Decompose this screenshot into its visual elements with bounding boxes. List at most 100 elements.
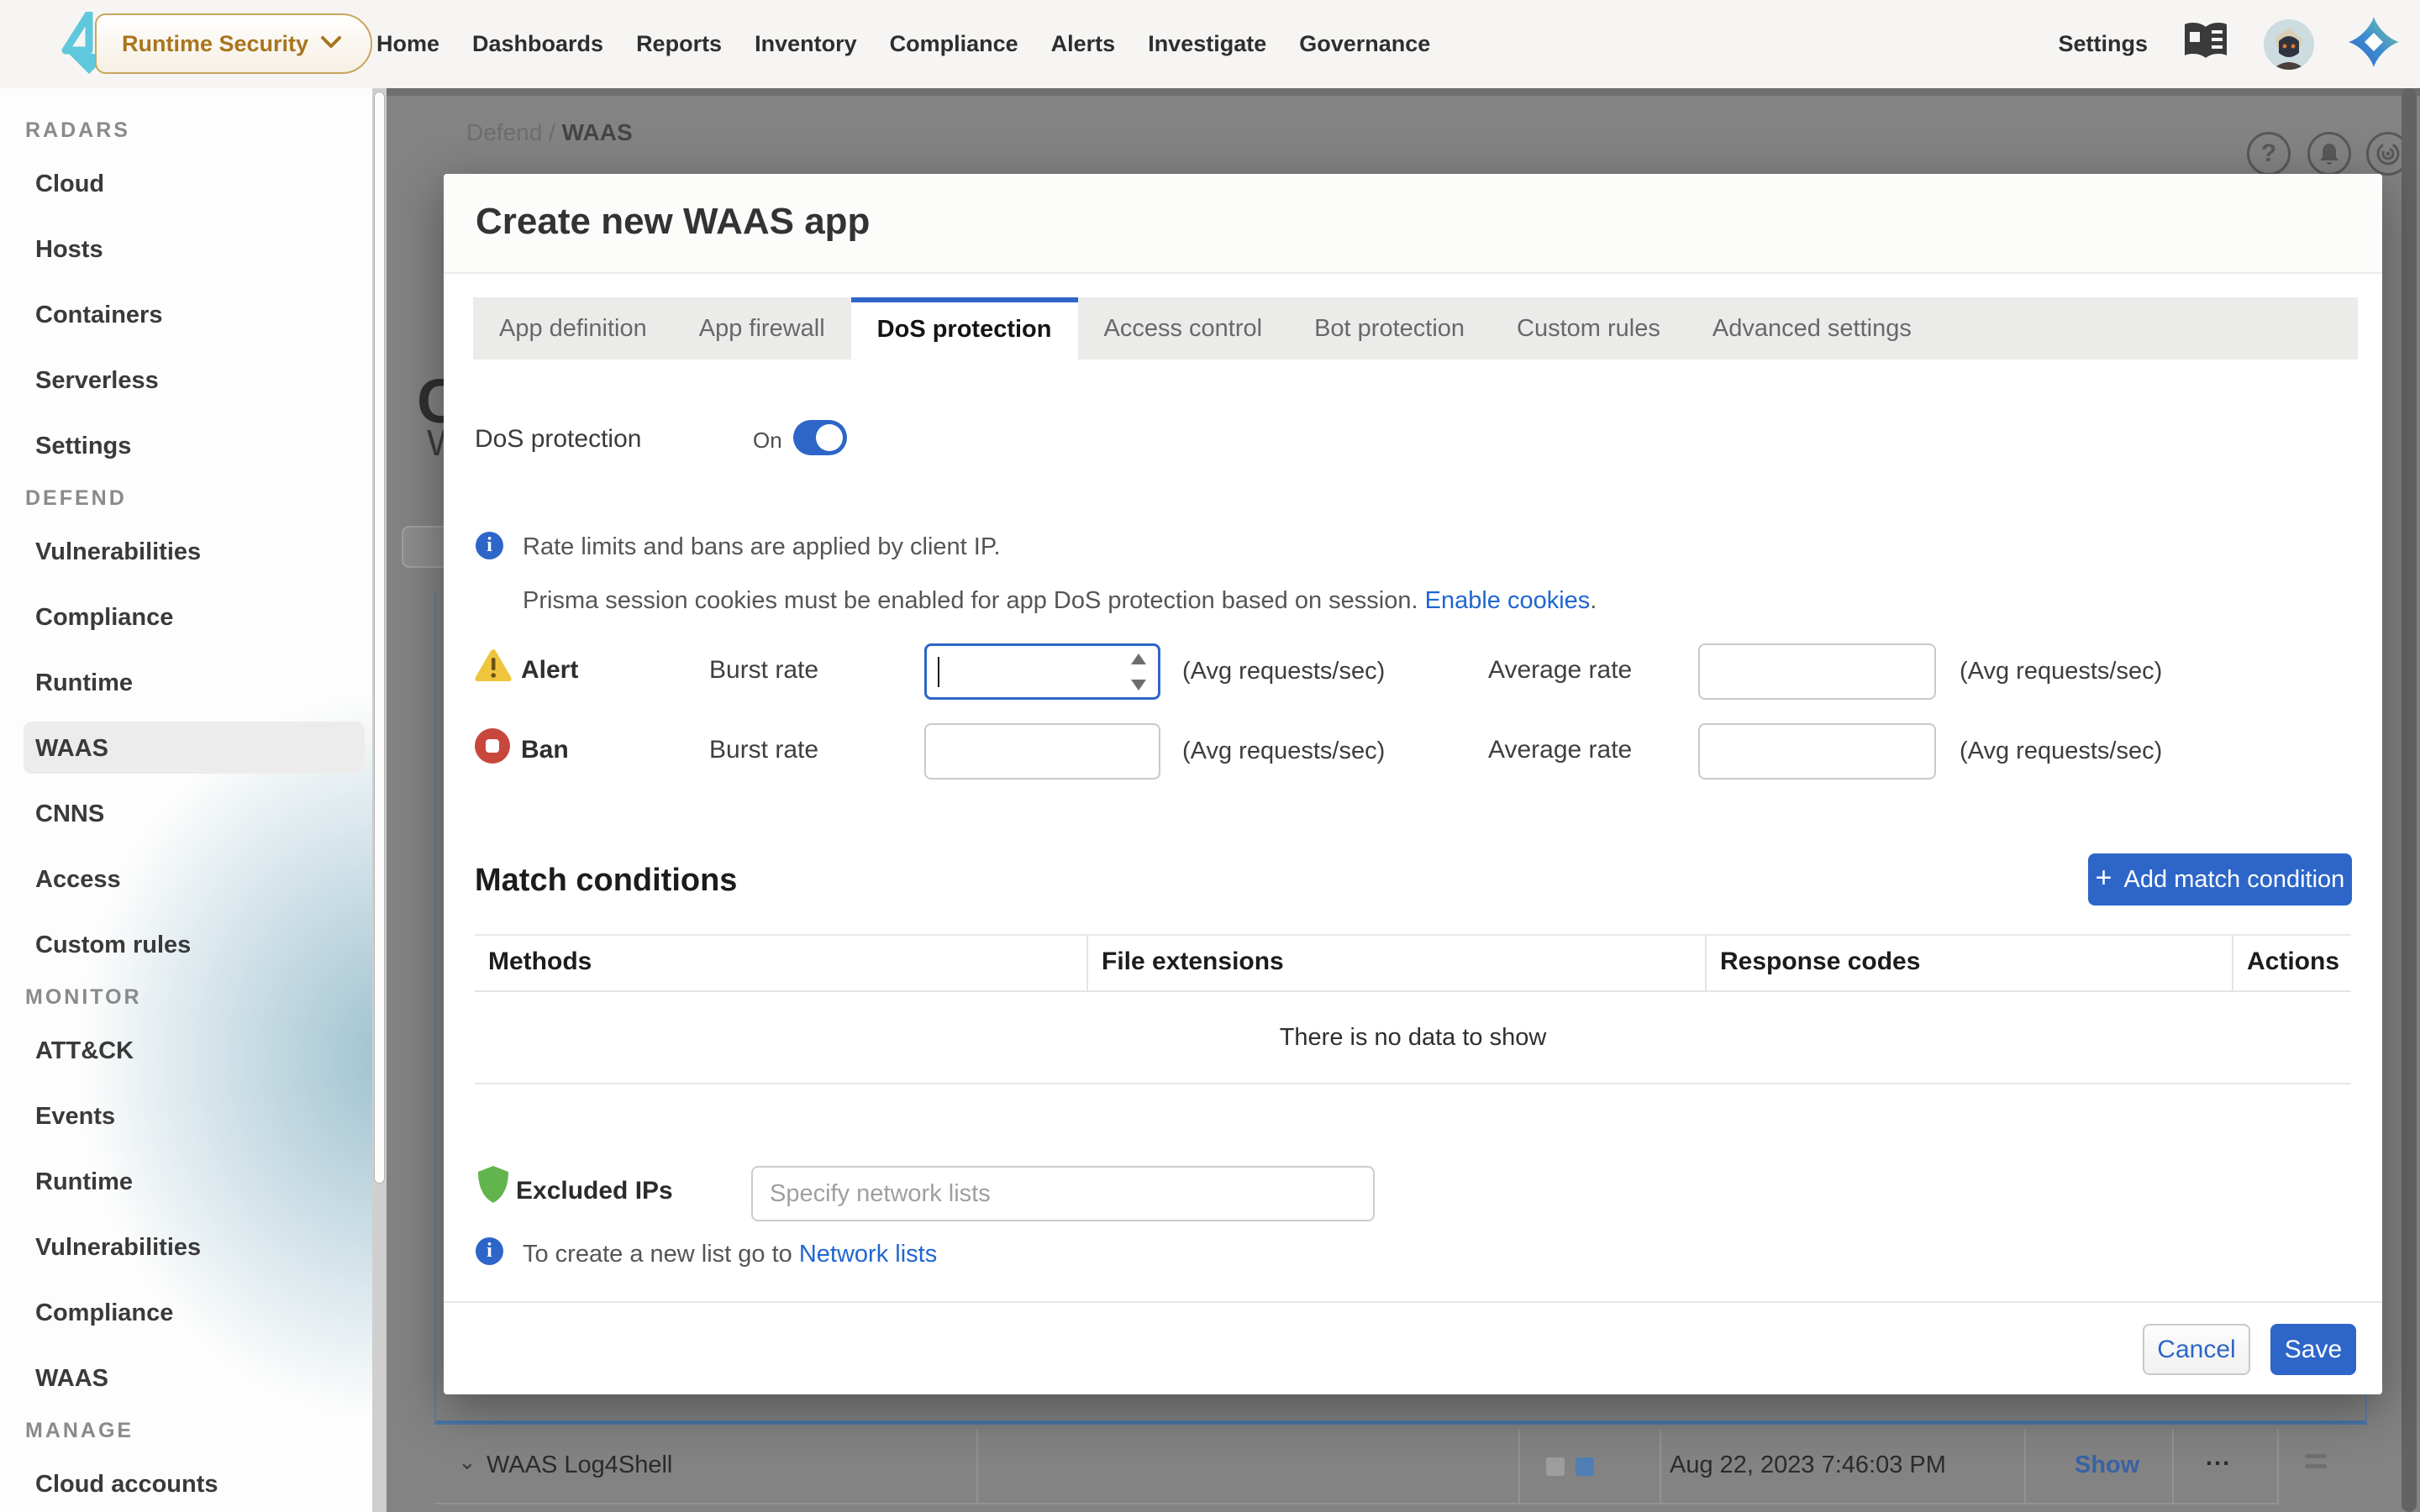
sidebar-item-vulnerabilities-monitor[interactable]: Vulnerabilities [35, 1234, 201, 1262]
info-line-2: Prisma session cookies must be enabled f… [523, 587, 1597, 615]
footer-divider [444, 1301, 2382, 1303]
user-avatar[interactable] [2264, 19, 2314, 70]
notifications-bell-icon [2307, 132, 2351, 176]
burst-rate-label: Burst rate [709, 736, 818, 764]
nav-right-cluster: Settings [2058, 0, 2400, 88]
excluded-ips-input[interactable] [751, 1166, 1375, 1221]
modal-tabs: App definitionApp firewallDoS protection… [473, 297, 2358, 360]
sidebar-item-compliance-defend[interactable]: Compliance [35, 604, 173, 632]
nav-item-reports[interactable]: Reports [636, 31, 722, 57]
nav-item-inventory[interactable]: Inventory [755, 31, 857, 57]
enable-cookies-link[interactable]: Enable cookies [1425, 587, 1591, 614]
column-header-actions: Actions [2233, 936, 2351, 990]
table-header-row: MethodsFile extensionsResponse codesActi… [475, 936, 2351, 992]
number-spinner[interactable] [1129, 654, 1148, 690]
shield-icon [477, 1165, 509, 1208]
sidebar-item-containers-radars[interactable]: Containers [35, 302, 162, 329]
nav-item-dashboards[interactable]: Dashboards [472, 31, 603, 57]
network-lists-info: To create a new list go to Network lists [523, 1241, 937, 1268]
alert-burst-rate-input[interactable] [924, 643, 1160, 700]
main-menu: Home Dashboards Reports Inventory Compliance… [376, 0, 1430, 88]
sidebar-item-hosts-radars[interactable]: Hosts [35, 236, 103, 264]
tab-access-control[interactable]: Access control [1078, 297, 1289, 360]
burst-unit-label: (Avg requests/sec) [1182, 738, 1385, 765]
nav-item-governance[interactable]: Governance [1299, 31, 1430, 57]
nav-item-investigate[interactable]: Investigate [1148, 31, 1266, 57]
save-button[interactable]: Save [2270, 1324, 2356, 1375]
page-scrollbar[interactable] [2402, 88, 2417, 1512]
breadcrumb-section: Defend [466, 119, 542, 145]
sidebar-item-waas-defend[interactable]: WAAS [35, 735, 108, 763]
nav-item-settings[interactable]: Settings [2058, 31, 2148, 57]
sidebar-item-settings-radars[interactable]: Settings [35, 433, 131, 460]
sidebar-item-runtime-monitor[interactable]: Runtime [35, 1168, 133, 1196]
sidebar-item-cloud-radars[interactable]: Cloud [35, 171, 104, 198]
add-match-condition-button[interactable]: + Add match condition [2088, 853, 2352, 906]
column-header-response-codes: Response codes [1707, 936, 2233, 990]
average-unit-label: (Avg requests/sec) [1960, 738, 2162, 765]
status-square-grey [1546, 1457, 1565, 1476]
toggle-knob [816, 424, 843, 451]
match-conditions-heading: Match conditions [475, 863, 737, 899]
sidebar-item-serverless-radars[interactable]: Serverless [35, 367, 159, 395]
sidebar-item-compliance-monitor[interactable]: Compliance [35, 1299, 173, 1327]
nav-item-compliance[interactable]: Compliance [890, 31, 1018, 57]
info-icon: i [476, 532, 503, 559]
toggle-state-label: On [753, 428, 782, 454]
sidebar-item-custom-rules-defend[interactable]: Custom rules [35, 932, 191, 959]
dos-protection-toggle[interactable] [793, 420, 847, 455]
documentation-book-icon[interactable] [2181, 20, 2230, 68]
average-rate-label: Average rate [1488, 736, 1632, 764]
ban-icon [474, 727, 511, 769]
alert-average-rate-input[interactable] [1698, 643, 1936, 700]
spin-down-icon[interactable] [1131, 680, 1146, 690]
content-top-strip [387, 88, 2420, 96]
network-lists-link[interactable]: Network lists [799, 1241, 937, 1268]
row-more-actions: ... [2206, 1444, 2231, 1472]
sidebar-section-monitor: MONITOR [25, 985, 142, 1010]
status-square-blue [1576, 1457, 1594, 1476]
sidebar-item-cloud-accounts-manage[interactable]: Cloud accounts [35, 1471, 218, 1499]
table-empty-state: There is no data to show [475, 992, 2351, 1084]
spin-up-icon[interactable] [1131, 654, 1146, 664]
sidebar-scrollbar-thumb[interactable] [374, 92, 385, 1184]
tab-app-definition[interactable]: App definition [473, 297, 673, 360]
match-conditions-table: MethodsFile extensionsResponse codesActi… [475, 934, 2351, 1084]
sidebar-item-waas-monitor[interactable]: WAAS [35, 1365, 108, 1393]
tab-advanced-settings[interactable]: Advanced settings [1686, 297, 1938, 360]
tab-bot-protection[interactable]: Bot protection [1288, 297, 1491, 360]
row-show-link: Show [2075, 1452, 2139, 1479]
text-caret [938, 657, 939, 687]
column-header-methods: Methods [475, 936, 1088, 990]
tab-dos-protection[interactable]: DoS protection [851, 297, 1078, 360]
plus-icon: + [2096, 862, 2112, 895]
product-switcher-label: Runtime Security [122, 31, 308, 57]
row-drag-handle-icon [2305, 1454, 2327, 1468]
info-icon: i [476, 1237, 503, 1265]
row-date: Aug 22, 2023 7:46:03 PM [1670, 1452, 1946, 1479]
sidebar-scrollbar-track[interactable] [372, 88, 387, 1512]
tab-app-firewall[interactable]: App firewall [673, 297, 851, 360]
table-row: ⌄ WAAS Log4Shell Aug 22, 2023 7:46:03 PM… [434, 1429, 2277, 1504]
sidebar-item-cnns-defend[interactable]: CNNS [35, 801, 104, 828]
nav-item-home[interactable]: Home [376, 31, 439, 57]
sidebar-item-access-defend[interactable]: Access [35, 866, 121, 894]
nav-item-alerts[interactable]: Alerts [1051, 31, 1116, 57]
sidebar-item-events-monitor[interactable]: Events [35, 1103, 115, 1131]
average-rate-label: Average rate [1488, 656, 1632, 685]
alert-row-label: Alert [521, 656, 578, 685]
breadcrumb-page: WAAS [562, 119, 633, 145]
info-line-1: Rate limits and bans are applied by clie… [523, 533, 1001, 561]
sidebar-item-runtime-defend[interactable]: Runtime [35, 669, 133, 697]
excluded-ips-label: Excluded IPs [516, 1177, 673, 1205]
cancel-button[interactable]: Cancel [2143, 1324, 2250, 1375]
sidebar-item-vulnerabilities-defend[interactable]: Vulnerabilities [35, 538, 201, 566]
column-header-file-extensions: File extensions [1088, 936, 1707, 990]
sidebar-item-att-ck-monitor[interactable]: ATT&CK [35, 1037, 134, 1065]
prisma-cloud-logo-icon[interactable] [2348, 16, 2400, 72]
create-waas-app-modal: Create new WAAS app App definitionApp fi… [444, 174, 2382, 1394]
ban-average-rate-input[interactable] [1698, 723, 1936, 780]
product-switcher[interactable]: Runtime Security [95, 13, 372, 74]
ban-burst-rate-input[interactable] [924, 723, 1160, 780]
tab-custom-rules[interactable]: Custom rules [1491, 297, 1686, 360]
